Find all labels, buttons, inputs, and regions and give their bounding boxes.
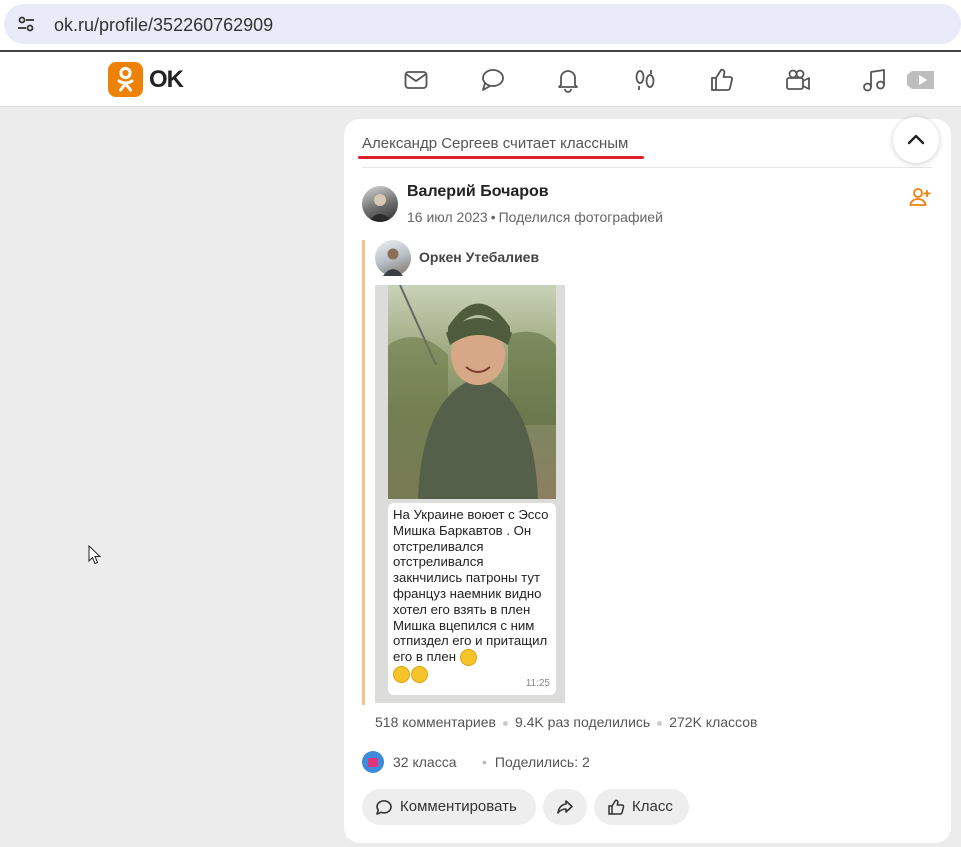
caption-text: На Украине воюет с Эссо Мишка Баркавтов … [393,507,549,665]
class-button-label: Класс [632,798,673,815]
reactions-separator: • [482,754,487,770]
photo-timestamp: 11:25 [525,678,550,690]
divider [362,167,932,168]
logo-text[interactable]: OK [149,66,184,94]
ok-logo-icon[interactable] [108,62,143,97]
url-text: ok.ru/profile/352260762909 [54,15,274,35]
comment-icon [376,800,392,815]
scroll-up-button[interactable] [893,117,939,163]
liked-by-text[interactable]: Александр Сергеев считает классным [362,135,628,152]
likes-count[interactable]: 272K классов [669,714,757,730]
comment-button-label: Комментировать [400,798,517,815]
share-button[interactable] [543,789,587,825]
author-avatar[interactable] [362,186,398,222]
comments-count[interactable]: 518 комментариев [375,714,496,730]
shares-count[interactable]: 9.4K раз поделились [515,714,650,730]
mouse-cursor-icon [88,545,102,565]
photo-caption: На Украине воюет с Эссо Мишка Баркавтов … [388,503,556,695]
post-photo[interactable]: На Украине воюет с Эссо Мишка Баркавтов … [375,284,565,703]
post-stats: 518 комментариев 9.4K раз поделились 272K … [375,714,757,730]
browser-address-bar: ok.ru/profile/352260762909 [0,0,961,50]
site-settings-icon[interactable] [16,14,36,34]
play-icon[interactable] [906,67,936,93]
music-icon[interactable] [861,67,887,93]
post-date[interactable]: 16 июл 2023 [407,209,488,225]
reaction-count[interactable]: 32 класса [393,754,457,770]
reshare-count-text[interactable]: Поделились: 2 [495,754,590,770]
laughing-emoji-icon [393,666,410,684]
post-meta: 16 июл 2023 • Поделился фотографией [407,209,663,225]
video-camera-icon[interactable] [785,67,811,93]
feed-card: Александр Сергеев считает классным Валер… [344,117,951,843]
reshare-count: • Поделились: 2 [482,754,590,770]
stats-separator [502,720,508,726]
url-input[interactable]: ok.ru/profile/352260762909 [4,4,961,44]
footprints-icon[interactable] [632,67,658,93]
chat-icon[interactable] [479,67,505,93]
laughing-emoji-icon [411,666,428,684]
thumbs-up-icon [608,799,625,815]
reshared-author-avatar[interactable] [375,240,411,276]
top-navigation: OK [0,52,961,107]
stats-separator [657,720,663,726]
class-button[interactable]: Класс [594,789,689,825]
share-icon [557,800,573,814]
red-underline-annotation [358,156,644,159]
laughing-emoji-icon [459,649,477,667]
reshared-author-name[interactable]: Оркен Утебалиев [419,249,539,265]
soldier-photo [388,284,556,499]
post-action: Поделился фотографией [498,209,663,225]
mail-icon[interactable] [403,67,429,93]
chevron-up-icon [907,134,925,145]
bell-icon[interactable] [555,67,581,93]
add-friend-icon[interactable] [909,187,931,207]
like-icon[interactable] [709,67,735,93]
comment-button[interactable]: Комментировать [362,789,536,825]
class-reaction-icon [362,751,384,773]
repost-indicator [362,240,365,705]
meta-separator: • [490,209,496,225]
post-author-name[interactable]: Валерий Бочаров [407,183,549,201]
